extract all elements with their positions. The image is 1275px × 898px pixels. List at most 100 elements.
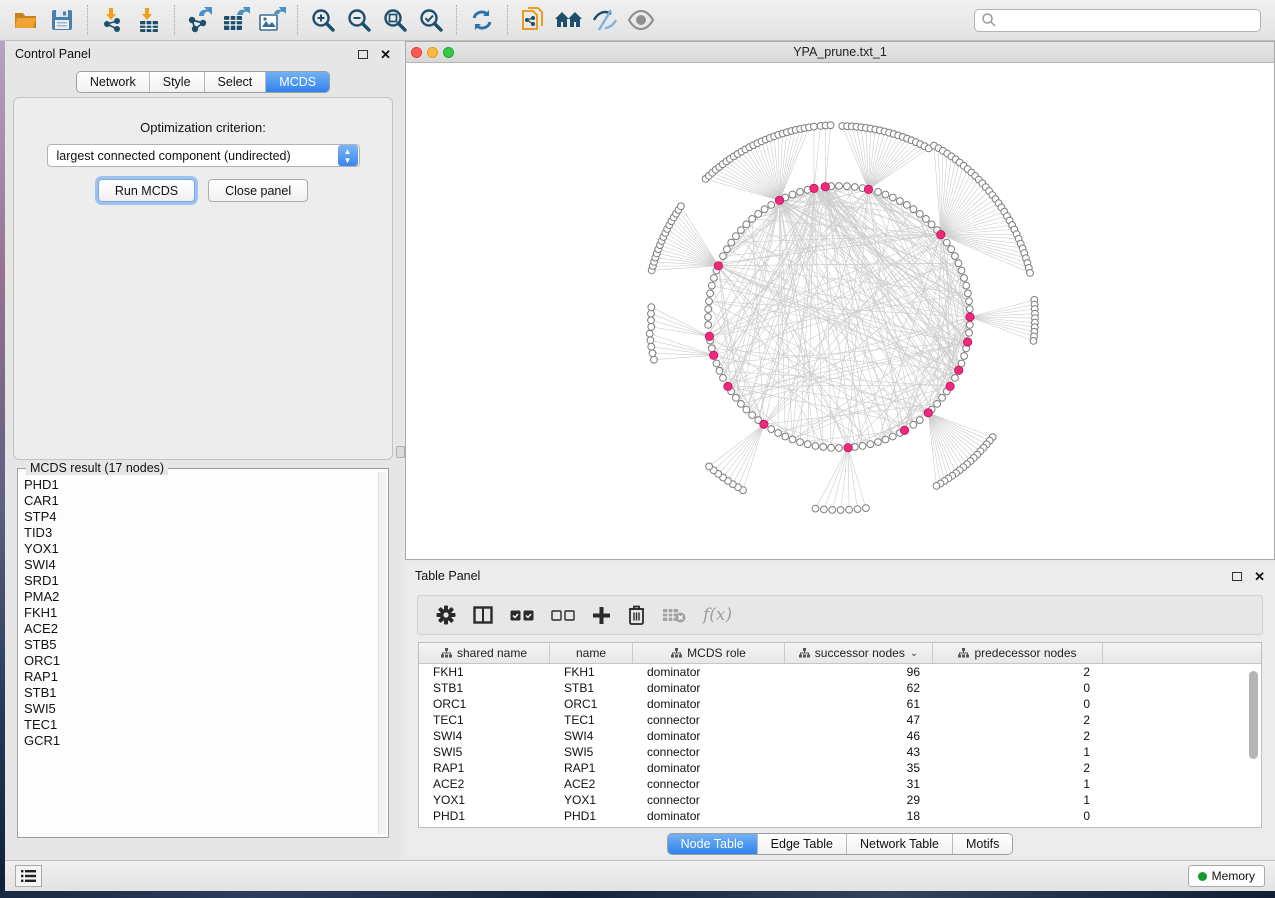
mcds-result-item[interactable]: CAR1 <box>24 493 378 509</box>
birds-eye-view-icon[interactable] <box>623 4 659 36</box>
float-panel-icon[interactable] <box>358 50 368 59</box>
table-row[interactable]: TEC1TEC1connector472 <box>419 712 1261 728</box>
table-scrollbar[interactable] <box>1249 671 1258 759</box>
table-cell: dominator <box>633 760 785 776</box>
save-session-icon[interactable] <box>44 4 80 36</box>
mcds-result-item[interactable]: SWI4 <box>24 557 378 573</box>
column-header-empty <box>1103 643 1261 663</box>
mcds-result-item[interactable]: RAP1 <box>24 669 378 685</box>
run-mcds-button[interactable]: Run MCDS <box>98 179 195 202</box>
tab-motifs[interactable]: Motifs <box>953 834 1012 854</box>
mcds-result-item[interactable]: STB5 <box>24 637 378 653</box>
export-table-icon[interactable] <box>218 4 254 36</box>
column-header-predecessor-nodes[interactable]: predecessor nodes <box>933 643 1103 663</box>
export-network-icon[interactable] <box>182 4 218 36</box>
mcds-result-item[interactable]: SRD1 <box>24 573 378 589</box>
splitter-grip[interactable] <box>396 446 405 458</box>
table-row[interactable]: ORC1ORC1dominator610 <box>419 696 1261 712</box>
refresh-icon[interactable] <box>464 4 500 36</box>
mcds-tab-panel: Optimization criterion: largest connecte… <box>13 97 393 460</box>
tab-select[interactable]: Select <box>205 72 267 92</box>
mcds-result-item[interactable]: STP4 <box>24 509 378 525</box>
memory-button[interactable]: Memory <box>1188 865 1265 887</box>
table-cell: 2 <box>933 728 1103 744</box>
table-cell: STB1 <box>550 680 633 696</box>
column-header-shared-name[interactable]: shared name <box>419 643 550 663</box>
zoom-fit-icon[interactable] <box>377 4 413 36</box>
table-settings-gear-icon[interactable] <box>436 605 456 625</box>
column-header-successor-nodes[interactable]: successor nodes⌄ <box>785 643 933 663</box>
table-row[interactable]: SWI5SWI5connector431 <box>419 744 1261 760</box>
criterion-dropdown[interactable]: largest connected component (undirected)… <box>47 144 360 167</box>
table-cell: TEC1 <box>419 712 550 728</box>
dropdown-stepper-icon: ▲▼ <box>338 145 358 166</box>
mcds-result-item[interactable]: PHD1 <box>24 477 378 493</box>
network-graph-canvas[interactable] <box>406 63 1274 557</box>
table-row[interactable]: STB1STB1dominator620 <box>419 680 1261 696</box>
desktop-wallpaper-edge <box>0 891 1275 898</box>
table-row[interactable]: SWI4SWI4dominator462 <box>419 728 1261 744</box>
delete-table-icon[interactable] <box>662 607 686 623</box>
node-table: shared name name MCDS role successor nod… <box>418 642 1262 828</box>
function-builder-icon[interactable]: f(x) <box>703 605 732 625</box>
float-panel-icon[interactable] <box>1232 572 1242 581</box>
tab-network[interactable]: Network <box>77 72 150 92</box>
table-row[interactable]: FKH1FKH1dominator962 <box>419 664 1261 680</box>
import-table-icon[interactable] <box>131 4 167 36</box>
table-row[interactable]: PHD1PHD1dominator180 <box>419 808 1261 824</box>
close-panel-button[interactable]: Close panel <box>208 179 308 202</box>
mcds-result-item[interactable]: YOX1 <box>24 541 378 557</box>
delete-column-icon[interactable] <box>628 605 645 625</box>
mcds-result-item[interactable]: GCR1 <box>24 733 378 749</box>
add-column-icon[interactable] <box>592 606 611 625</box>
deselect-all-icon[interactable] <box>551 610 575 621</box>
table-cell: PHD1 <box>550 808 633 824</box>
tab-network-table[interactable]: Network Table <box>847 834 953 854</box>
welcome-screen-icon[interactable] <box>551 4 587 36</box>
mcds-result-list[interactable]: PHD1CAR1STP4TID3YOX1SWI4SRD1PMA2FKH1ACE2… <box>24 477 378 834</box>
search-input[interactable] <box>997 11 1260 30</box>
tab-edge-table[interactable]: Edge Table <box>758 834 847 854</box>
mcds-result-item[interactable]: STB1 <box>24 685 378 701</box>
close-panel-icon[interactable]: ✕ <box>1254 570 1265 583</box>
table-cell: RAP1 <box>550 760 633 776</box>
select-all-icon[interactable] <box>510 610 534 621</box>
tab-style[interactable]: Style <box>150 72 205 92</box>
share-document-icon[interactable] <box>515 4 551 36</box>
tab-mcds[interactable]: MCDS <box>266 72 329 92</box>
zoom-in-icon[interactable] <box>305 4 341 36</box>
export-image-icon[interactable] <box>254 4 290 36</box>
import-network-icon[interactable] <box>95 4 131 36</box>
table-row[interactable]: YOX1YOX1connector291 <box>419 792 1261 808</box>
close-panel-icon[interactable]: ✕ <box>380 48 391 61</box>
hide-graphics-details-icon[interactable] <box>587 4 623 36</box>
open-session-icon[interactable] <box>8 4 44 36</box>
task-history-button[interactable] <box>15 865 42 887</box>
control-panel: Control Panel ✕ Network Style Select MCD… <box>5 41 401 860</box>
mcds-result-item[interactable]: ACE2 <box>24 621 378 637</box>
column-header-name[interactable]: name <box>550 643 633 663</box>
tab-node-table[interactable]: Node Table <box>668 834 758 854</box>
table-cell: dominator <box>633 664 785 680</box>
mcds-list-scrollbar[interactable] <box>378 472 386 834</box>
mcds-result-item[interactable]: FKH1 <box>24 605 378 621</box>
mcds-result-item[interactable]: TID3 <box>24 525 378 541</box>
memory-status-icon <box>1198 872 1207 881</box>
table-cell: 0 <box>933 680 1103 696</box>
table-cell: 1 <box>933 792 1103 808</box>
column-header-mcds-role[interactable]: MCDS role <box>633 643 785 663</box>
zoom-selected-icon[interactable] <box>413 4 449 36</box>
mcds-result-item[interactable]: ORC1 <box>24 653 378 669</box>
toolbar-separator <box>297 5 298 35</box>
show-columns-icon[interactable] <box>473 606 493 624</box>
mcds-result-title: MCDS result (17 nodes) <box>26 461 168 475</box>
table-row[interactable]: ACE2ACE2connector311 <box>419 776 1261 792</box>
search-box[interactable] <box>974 9 1261 32</box>
mcds-result-item[interactable]: PMA2 <box>24 589 378 605</box>
mcds-result-item[interactable]: SWI5 <box>24 701 378 717</box>
mcds-result-item[interactable]: TEC1 <box>24 717 378 733</box>
table-row[interactable]: RAP1RAP1dominator352 <box>419 760 1261 776</box>
zoom-out-icon[interactable] <box>341 4 377 36</box>
network-window-titlebar[interactable]: YPA_prune.txt_1 <box>406 42 1274 63</box>
table-cell: 96 <box>785 664 933 680</box>
